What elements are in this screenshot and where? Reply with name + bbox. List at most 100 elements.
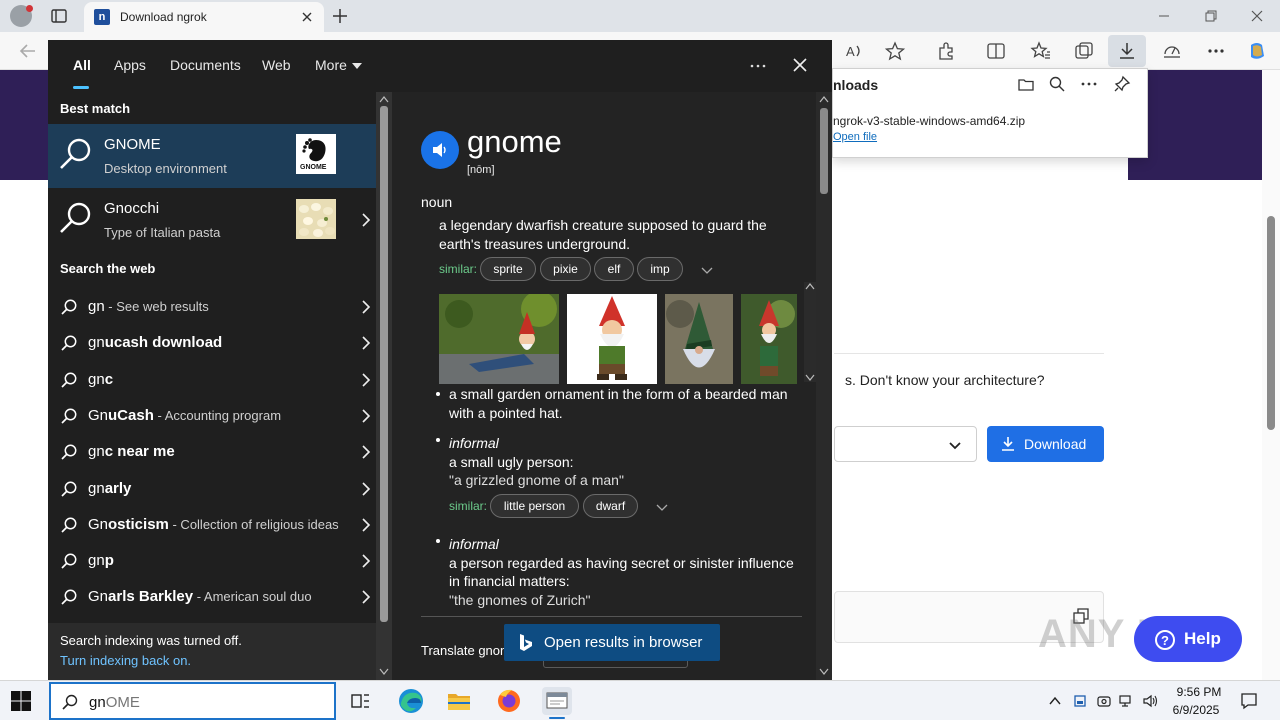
favorites-icon[interactable] xyxy=(1030,40,1052,62)
tab-actions-icon[interactable] xyxy=(50,7,68,25)
tab-web[interactable]: Web xyxy=(262,57,291,73)
chevron-right-icon[interactable] xyxy=(360,336,372,350)
minimize-icon[interactable] xyxy=(1156,8,1172,24)
chevron-right-icon[interactable] xyxy=(360,373,372,387)
chevron-right-icon[interactable] xyxy=(360,300,372,314)
image-carousel-scrollbar[interactable] xyxy=(804,282,816,382)
chevron-right-icon[interactable] xyxy=(360,409,372,423)
chevron-right-icon[interactable] xyxy=(360,554,372,568)
expand-chevron-icon[interactable] xyxy=(655,500,669,514)
pin-icon[interactable] xyxy=(1113,75,1131,93)
file-explorer-icon[interactable] xyxy=(444,687,474,715)
clock-time[interactable]: 9:56 PM xyxy=(1172,685,1226,699)
expand-chevron-icon[interactable] xyxy=(700,263,714,277)
volume-icon[interactable] xyxy=(1142,693,1158,709)
network-icon[interactable] xyxy=(1119,693,1135,709)
taskbar-search-box[interactable]: gnOME xyxy=(49,682,336,720)
split-screen-icon[interactable] xyxy=(985,40,1007,62)
caret-down-icon[interactable] xyxy=(352,61,362,71)
scroll-up-icon[interactable] xyxy=(805,282,815,290)
download-button[interactable]: Download xyxy=(987,426,1104,462)
pronounce-button[interactable] xyxy=(421,131,459,169)
read-aloud-icon[interactable]: A xyxy=(843,40,865,62)
web-suggestion-row[interactable]: gnp xyxy=(48,543,376,579)
web-suggestion-row[interactable]: gnc near me xyxy=(48,434,376,470)
chevron-right-icon[interactable] xyxy=(360,590,372,604)
tab-all[interactable]: All xyxy=(73,57,91,73)
chevron-right-icon[interactable] xyxy=(360,445,372,459)
web-suggestion-row[interactable]: Gnarls Barkley - American soul duo xyxy=(48,579,376,615)
tab-more[interactable]: More xyxy=(315,57,347,73)
preview-scrollbar[interactable] xyxy=(816,92,832,680)
similar-chip[interactable]: dwarf xyxy=(583,494,638,518)
battery-icon[interactable] xyxy=(1072,693,1088,709)
scroll-down-icon[interactable] xyxy=(379,668,389,676)
web-suggestion-row[interactable]: gn - See web results xyxy=(48,289,376,325)
back-icon[interactable] xyxy=(18,41,38,61)
best-match-result[interactable]: GNOME Desktop environment GNOME xyxy=(48,124,376,188)
new-tab-icon[interactable] xyxy=(330,6,350,26)
search-icon[interactable] xyxy=(1048,75,1066,93)
edge-icon[interactable] xyxy=(396,687,426,715)
similar-chip[interactable]: elf xyxy=(594,257,634,281)
gnome-image-garden[interactable] xyxy=(741,294,797,384)
notifications-icon[interactable] xyxy=(1240,692,1258,710)
downloads-button[interactable] xyxy=(1108,35,1146,67)
results-scrollbar[interactable] xyxy=(376,92,392,680)
download-file-name[interactable]: ngrok-v3-stable-windows-amd64.zip xyxy=(833,114,1025,128)
gnome-image-green[interactable] xyxy=(665,294,733,384)
security-icon[interactable] xyxy=(1096,693,1112,709)
window-close-icon[interactable] xyxy=(1249,8,1265,24)
open-results-in-browser-button[interactable]: Open results in browser xyxy=(504,624,720,661)
extensions-icon[interactable] xyxy=(936,40,958,62)
chevron-right-icon[interactable] xyxy=(360,213,372,227)
similar-chip[interactable]: little person xyxy=(490,494,579,518)
page-scrollbar-thumb[interactable] xyxy=(1267,216,1275,430)
firefox-icon[interactable] xyxy=(494,687,524,715)
web-suggestion-row[interactable]: Gnosticism - Collection of religious ide… xyxy=(48,507,376,543)
close-icon[interactable] xyxy=(791,56,809,74)
similar-chip[interactable]: sprite xyxy=(480,257,536,281)
scroll-down-icon[interactable] xyxy=(819,668,829,676)
web-suggestion-row[interactable]: gnc xyxy=(48,362,376,398)
scroll-down-icon[interactable] xyxy=(805,374,815,382)
clock-date[interactable]: 6/9/2025 xyxy=(1166,703,1226,717)
restore-icon[interactable] xyxy=(1203,8,1219,24)
web-suggestion-row[interactable]: gnucash download xyxy=(48,325,376,361)
chevron-right-icon[interactable] xyxy=(360,481,372,496)
turn-indexing-on-link[interactable]: Turn indexing back on. xyxy=(60,653,191,668)
gnome-image-standing[interactable] xyxy=(567,294,657,384)
chevron-up-icon[interactable] xyxy=(1047,693,1063,709)
browser-tab-active[interactable]: n Download ngrok xyxy=(84,2,324,32)
page-scrollbar[interactable] xyxy=(1262,70,1280,680)
tab-close-icon[interactable] xyxy=(298,8,316,26)
tab-documents[interactable]: Documents xyxy=(170,57,241,73)
performance-icon[interactable] xyxy=(1161,40,1183,62)
windows-start-icon[interactable] xyxy=(10,690,32,712)
chevron-right-icon[interactable] xyxy=(360,518,372,532)
similar-chip[interactable]: imp xyxy=(637,257,683,281)
gnocchi-result[interactable]: Gnocchi Type of Italian pasta xyxy=(48,188,376,252)
running-app-button[interactable] xyxy=(542,687,572,715)
scroll-up-icon[interactable] xyxy=(819,95,829,103)
favorite-star-icon[interactable] xyxy=(884,40,906,62)
preview-scrollbar-thumb[interactable] xyxy=(820,108,828,194)
more-options-icon[interactable] xyxy=(748,56,768,76)
help-button[interactable]: ? Help xyxy=(1134,616,1242,662)
open-folder-icon[interactable] xyxy=(1017,75,1035,93)
more-options-icon[interactable] xyxy=(1080,75,1098,93)
gnome-image-reclining[interactable] xyxy=(439,294,559,384)
web-suggestion-row[interactable]: GnuCash - Accounting program xyxy=(48,398,376,434)
collections-icon[interactable] xyxy=(1073,40,1095,62)
results-scrollbar-thumb[interactable] xyxy=(380,106,388,622)
settings-more-icon[interactable] xyxy=(1205,40,1227,62)
copilot-icon[interactable] xyxy=(1246,40,1268,62)
web-suggestion-row[interactable]: gnarly xyxy=(48,471,376,507)
similar-chip[interactable]: pixie xyxy=(540,257,591,281)
scroll-up-icon[interactable] xyxy=(379,95,389,103)
search-query-text[interactable]: gnOME xyxy=(89,694,140,711)
tab-apps[interactable]: Apps xyxy=(114,57,146,73)
architecture-select[interactable] xyxy=(834,426,977,462)
task-view-icon[interactable] xyxy=(345,687,375,715)
open-file-link[interactable]: Open file xyxy=(833,131,877,143)
